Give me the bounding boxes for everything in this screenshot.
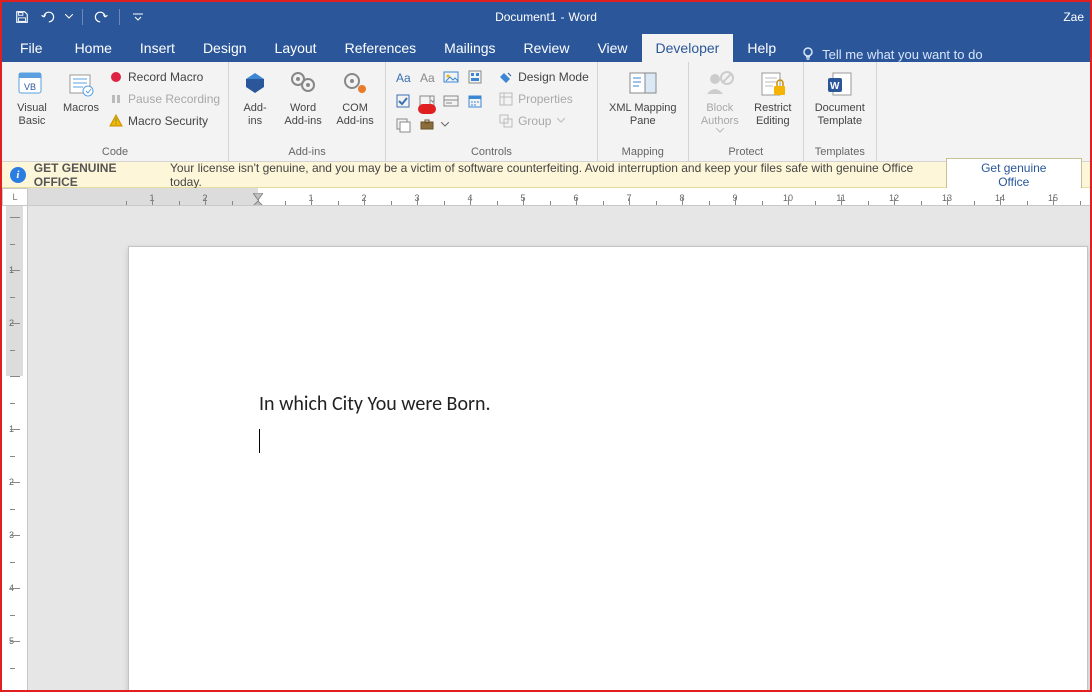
com-addins-icon — [339, 68, 371, 100]
legacy-tools-dropdown[interactable] — [440, 114, 450, 136]
tab-layout[interactable]: Layout — [261, 34, 331, 62]
restrict-editing-button[interactable]: Restrict Editing — [749, 66, 797, 127]
building-block-control-button[interactable] — [464, 66, 486, 88]
lightbulb-icon — [800, 46, 816, 62]
title-bar: Document1 - Word Zae — [2, 2, 1090, 32]
undo-dropdown[interactable] — [64, 7, 74, 27]
customize-qat-button[interactable] — [128, 7, 148, 27]
block-authors-button: Block Authors — [695, 66, 745, 133]
document-area: L 2112345678910111213141516 2112345678 I… — [2, 188, 1090, 690]
text-cursor — [259, 429, 260, 453]
group-code: VB Visual Basic Macros Record Macro Paus… — [2, 62, 229, 161]
design-mode-button[interactable]: Design Mode — [496, 66, 591, 88]
group-protect: Block Authors Restrict Editing Protect — [689, 62, 804, 161]
group-icon — [498, 113, 514, 129]
tab-review[interactable]: Review — [510, 34, 584, 62]
word-addins-button[interactable]: Word Add-ins — [279, 66, 327, 127]
date-picker-control-button[interactable] — [464, 90, 486, 112]
addins-icon — [239, 68, 271, 100]
warning-icon — [108, 113, 124, 129]
visual-basic-button[interactable]: VB Visual Basic — [8, 66, 56, 127]
properties-button: Properties — [496, 88, 591, 110]
pause-icon — [108, 91, 124, 107]
block-authors-icon — [704, 68, 736, 100]
tab-view[interactable]: View — [583, 34, 641, 62]
info-icon: i — [10, 167, 26, 183]
word-doc-icon: W — [824, 68, 856, 100]
rich-text-control-button[interactable]: Aa — [392, 66, 414, 88]
svg-text:Aa: Aa — [396, 71, 411, 85]
window-title: Document1 - Word — [495, 10, 597, 24]
save-button[interactable] — [12, 7, 32, 27]
svg-text:W: W — [830, 81, 840, 92]
highlight-mark — [418, 104, 436, 114]
document-text-line[interactable]: In which City You were Born. — [259, 392, 491, 416]
group-button: Group — [496, 110, 591, 132]
controls-grid: Aa Aa — [392, 66, 486, 136]
group-controls: Aa Aa Design Mode Properties — [386, 62, 598, 161]
message-bar-title: GET GENUINE OFFICE — [34, 161, 162, 189]
tab-design[interactable]: Design — [189, 34, 261, 62]
group-mapping: XML Mapping Pane Mapping — [598, 62, 689, 161]
pause-recording-button: Pause Recording — [106, 88, 222, 110]
record-macro-button[interactable]: Record Macro — [106, 66, 222, 88]
tab-home[interactable]: Home — [61, 34, 126, 62]
tab-references[interactable]: References — [331, 34, 431, 62]
plain-text-control-button[interactable]: Aa — [416, 66, 438, 88]
picture-control-button[interactable] — [440, 66, 462, 88]
message-bar: i GET GENUINE OFFICE Your license isn't … — [2, 162, 1090, 188]
word-addins-icon — [287, 68, 319, 100]
redo-button[interactable] — [91, 7, 111, 27]
tab-help[interactable]: Help — [733, 34, 790, 62]
document-name: Document1 — [495, 10, 556, 24]
legacy-tools-button[interactable] — [416, 114, 438, 136]
tab-insert[interactable]: Insert — [126, 34, 189, 62]
combobox-control-button[interactable] — [416, 90, 438, 112]
xml-mapping-pane-button[interactable]: XML Mapping Pane — [604, 66, 682, 127]
tab-developer[interactable]: Developer — [642, 34, 734, 62]
checkbox-control-button[interactable] — [392, 90, 414, 112]
properties-icon — [498, 91, 514, 107]
document-canvas[interactable]: In which City You were Born. — [28, 206, 1090, 690]
vertical-ruler[interactable]: 2112345678 — [2, 206, 28, 690]
undo-button[interactable] — [38, 7, 58, 27]
tell-me-search[interactable]: Tell me what you want to do — [790, 46, 992, 62]
svg-text:VB: VB — [24, 82, 36, 92]
ribbon: VB Visual Basic Macros Record Macro Paus… — [2, 62, 1090, 162]
group-templates: W Document Template Templates — [804, 62, 877, 161]
xml-mapping-icon — [627, 68, 659, 100]
record-icon — [108, 69, 124, 85]
get-genuine-office-button[interactable]: Get genuine Office — [946, 158, 1082, 192]
macros-icon — [65, 68, 97, 100]
horizontal-ruler[interactable]: 2112345678910111213141516 — [28, 188, 1090, 206]
svg-text:Aa: Aa — [420, 71, 435, 85]
tab-file[interactable]: File — [2, 34, 61, 62]
macro-security-button[interactable]: Macro Security — [106, 110, 222, 132]
ruler-corner[interactable]: L — [2, 188, 28, 206]
dropdown-control-button[interactable] — [440, 90, 462, 112]
com-addins-button[interactable]: COM Add-ins — [331, 66, 379, 127]
page[interactable]: In which City You were Born. — [128, 246, 1088, 690]
quick-access-toolbar — [2, 7, 148, 27]
design-mode-icon — [498, 69, 514, 85]
message-bar-text: Your license isn't genuine, and you may … — [170, 161, 938, 189]
repeating-section-control-button[interactable] — [392, 114, 414, 136]
user-label: Zae — [1063, 10, 1090, 24]
restrict-editing-icon — [757, 68, 789, 100]
app-name: Word — [568, 10, 596, 24]
tab-mailings[interactable]: Mailings — [430, 34, 509, 62]
addins-button[interactable]: Add- ins — [235, 66, 275, 127]
document-template-button[interactable]: W Document Template — [810, 66, 870, 127]
group-addins: Add- ins Word Add-ins COM Add-ins Add-in… — [229, 62, 386, 161]
visual-basic-icon: VB — [16, 68, 48, 100]
macros-button[interactable]: Macros — [60, 66, 102, 115]
ribbon-tabs: File Home Insert Design Layout Reference… — [2, 32, 1090, 62]
